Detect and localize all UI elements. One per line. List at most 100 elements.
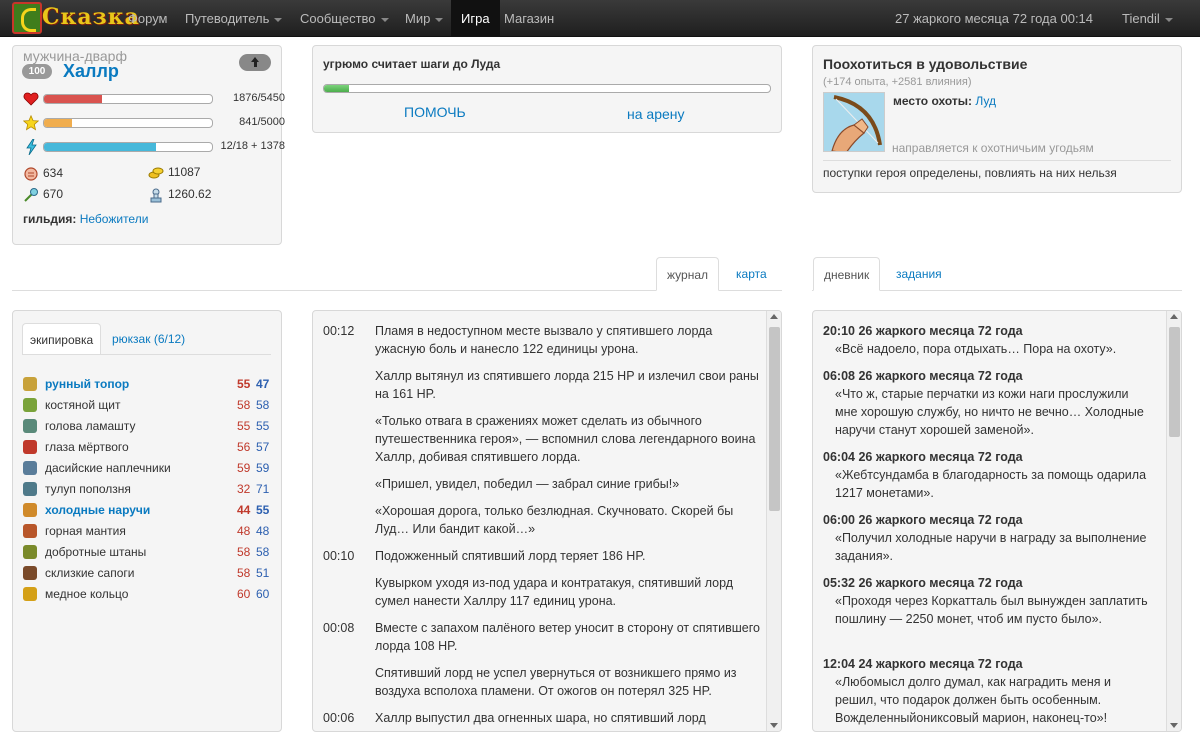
equipment-item[interactable]: глаза мёртвого 56 57 bbox=[23, 438, 271, 459]
level-up-icon[interactable] bbox=[239, 54, 271, 71]
tab-map[interactable]: карта bbox=[726, 257, 777, 291]
equipment-item-magic: 71 bbox=[256, 482, 270, 496]
hero-card: мужчина-дварф 100 Халлр 1876/5450 841/50… bbox=[12, 45, 285, 245]
tab-bag[interactable]: рюкзак (6/12) bbox=[105, 323, 192, 355]
scroll-thumb[interactable] bbox=[1169, 327, 1180, 437]
journal-entry: Халлр выпустил два огненных шара, но спя… bbox=[375, 711, 706, 725]
diary-date: 20:10 26 жаркого месяца 72 года bbox=[823, 324, 1023, 338]
help-button[interactable]: ПОМОЧЬ bbox=[404, 104, 466, 120]
money: 11087 bbox=[148, 165, 200, 181]
magic-staff-icon bbox=[24, 188, 38, 202]
nav-world[interactable]: Мир bbox=[395, 0, 453, 37]
diary-entry: «Любомысл долго думал, как наградить мен… bbox=[835, 675, 1112, 725]
journal-entry: Халлр вытянул из спятившего лорда 215 HP… bbox=[375, 369, 759, 401]
diary-log[interactable]: 20:10 26 жаркого месяца 72 года «Всё над… bbox=[813, 311, 1166, 731]
ring-icon bbox=[23, 587, 37, 601]
shoulders-icon bbox=[23, 461, 37, 475]
nav-game[interactable]: Игра bbox=[451, 0, 500, 37]
quest-status: направляется к охотничьим угодьям bbox=[892, 141, 1094, 155]
equipment-item[interactable]: холодные наручи 44 55 bbox=[23, 501, 271, 522]
energy-icon bbox=[26, 139, 37, 155]
diary-entry: «Проходя через Коркатталь был вынужден з… bbox=[835, 594, 1148, 626]
diary-entry: «Что ж, старые перчатки из кожи наги про… bbox=[835, 387, 1144, 437]
game-date: 27 жаркого месяца 72 года 00:14 bbox=[895, 11, 1094, 26]
equipment-item-physical: 55 bbox=[237, 377, 251, 391]
equipment-item-magic: 58 bbox=[256, 545, 270, 559]
quest-place-label: место охоты: bbox=[893, 94, 973, 108]
equipment-item[interactable]: добротные штаны 58 58 bbox=[23, 543, 271, 564]
divider bbox=[22, 354, 271, 355]
equipment-item-physical: 59 bbox=[237, 461, 251, 475]
chevron-down-icon bbox=[1164, 17, 1173, 22]
quest-place-link[interactable]: Луд bbox=[975, 94, 996, 108]
journal-log[interactable]: 00:12 Пламя в недоступном месте вызвало … bbox=[313, 311, 766, 731]
experience-value: 841/5000 bbox=[239, 116, 285, 128]
journal-entry: Подожженный спятивший лорд теряет 186 HP… bbox=[375, 549, 646, 563]
journal-entry: «Только отвага в сражениях может сделать… bbox=[375, 414, 756, 464]
nav-forum[interactable]: Форум bbox=[118, 0, 178, 37]
diary-panel: 20:10 26 жаркого месяца 72 года «Всё над… bbox=[812, 310, 1182, 732]
equipment-item[interactable]: дасийские наплечники 59 59 bbox=[23, 459, 271, 480]
site-logo[interactable]: Сказка bbox=[12, 2, 139, 36]
tab-quests[interactable]: задания bbox=[886, 257, 952, 291]
might: 1260.62 bbox=[148, 187, 211, 203]
equipment-item-magic: 60 bbox=[256, 587, 270, 601]
diary-scrollbar[interactable] bbox=[1166, 311, 1181, 731]
diary-entry: «Всё надоело, пора отдыхать… Пора на охо… bbox=[835, 342, 1117, 356]
quest-title: Поохотиться в удовольствие bbox=[823, 56, 1028, 72]
magic-power: 670 bbox=[23, 187, 63, 203]
equipment-item-physical: 58 bbox=[237, 566, 251, 580]
cloak-icon bbox=[23, 524, 37, 538]
tab-diary[interactable]: дневник bbox=[813, 257, 881, 291]
equipment-item[interactable]: тулуп поползня 32 71 bbox=[23, 480, 271, 501]
equipment-item-magic: 55 bbox=[256, 419, 270, 433]
user-menu[interactable]: Tiendil bbox=[1122, 0, 1173, 37]
health-bar bbox=[43, 94, 213, 104]
axe-icon bbox=[23, 377, 37, 391]
guild-link[interactable]: Небожители bbox=[80, 212, 149, 226]
scroll-down-icon[interactable] bbox=[1170, 723, 1178, 728]
chevron-down-icon bbox=[274, 17, 283, 22]
equipment-item-name: склизкие сапоги bbox=[45, 566, 135, 580]
equipment-item[interactable]: горная мантия 48 48 bbox=[23, 522, 271, 543]
statue-icon bbox=[150, 188, 162, 203]
quest-panel: Поохотиться в удовольствие (+174 опыта, … bbox=[812, 45, 1182, 193]
quest-note: поступки героя определены, повлиять на н… bbox=[823, 166, 1117, 180]
equipment-item-name: глаза мёртвого bbox=[45, 440, 129, 454]
scroll-up-icon[interactable] bbox=[1170, 314, 1178, 319]
energy-bar-fill bbox=[44, 143, 157, 151]
arena-link[interactable]: на арену bbox=[627, 106, 685, 122]
experience-bar-fill bbox=[44, 119, 73, 127]
equipment-item-name: костяной щит bbox=[45, 398, 121, 412]
equipment-item[interactable]: склизкие сапоги 58 51 bbox=[23, 564, 271, 585]
action-progress-bar bbox=[323, 84, 771, 93]
equipment-item[interactable]: костяной щит 58 58 bbox=[23, 396, 271, 417]
pants-icon bbox=[23, 545, 37, 559]
physical-power: 634 bbox=[23, 166, 63, 182]
hero-name-link[interactable]: Халлр bbox=[63, 61, 119, 82]
equipment-item-name: медное кольцо bbox=[45, 587, 129, 601]
scroll-down-icon[interactable] bbox=[770, 723, 778, 728]
experience-bar bbox=[43, 118, 213, 128]
nav-community[interactable]: Сообщество bbox=[290, 0, 399, 37]
equipment-item-physical: 32 bbox=[237, 482, 251, 496]
armor-icon bbox=[23, 482, 37, 496]
scroll-thumb[interactable] bbox=[769, 327, 780, 511]
nav-guide[interactable]: Путеводитель bbox=[175, 0, 292, 37]
scroll-up-icon[interactable] bbox=[770, 314, 778, 319]
chevron-down-icon bbox=[380, 17, 389, 22]
fist-icon bbox=[24, 167, 38, 181]
equipment-item-name: голова ламашту bbox=[45, 419, 136, 433]
equipment-item-name: дасийские наплечники bbox=[45, 461, 171, 475]
tab-equipment[interactable]: экипировка bbox=[22, 323, 102, 355]
equipment-item[interactable]: рунный топор 55 47 bbox=[23, 375, 271, 396]
journal-time: 00:06 bbox=[323, 711, 355, 725]
diary-entry: «Получил холодные наручи в награду за вы… bbox=[835, 531, 1147, 563]
equipment-item[interactable]: медное кольцо 60 60 bbox=[23, 585, 271, 606]
hero-level-badge: 100 bbox=[22, 64, 52, 79]
nav-shop[interactable]: Магазин bbox=[494, 0, 564, 37]
energy-value: 12/18 + 1378 bbox=[220, 140, 285, 152]
equipment-item[interactable]: голова ламашту 55 55 bbox=[23, 417, 271, 438]
journal-scrollbar[interactable] bbox=[766, 311, 781, 731]
tab-journal[interactable]: журнал bbox=[656, 257, 720, 291]
